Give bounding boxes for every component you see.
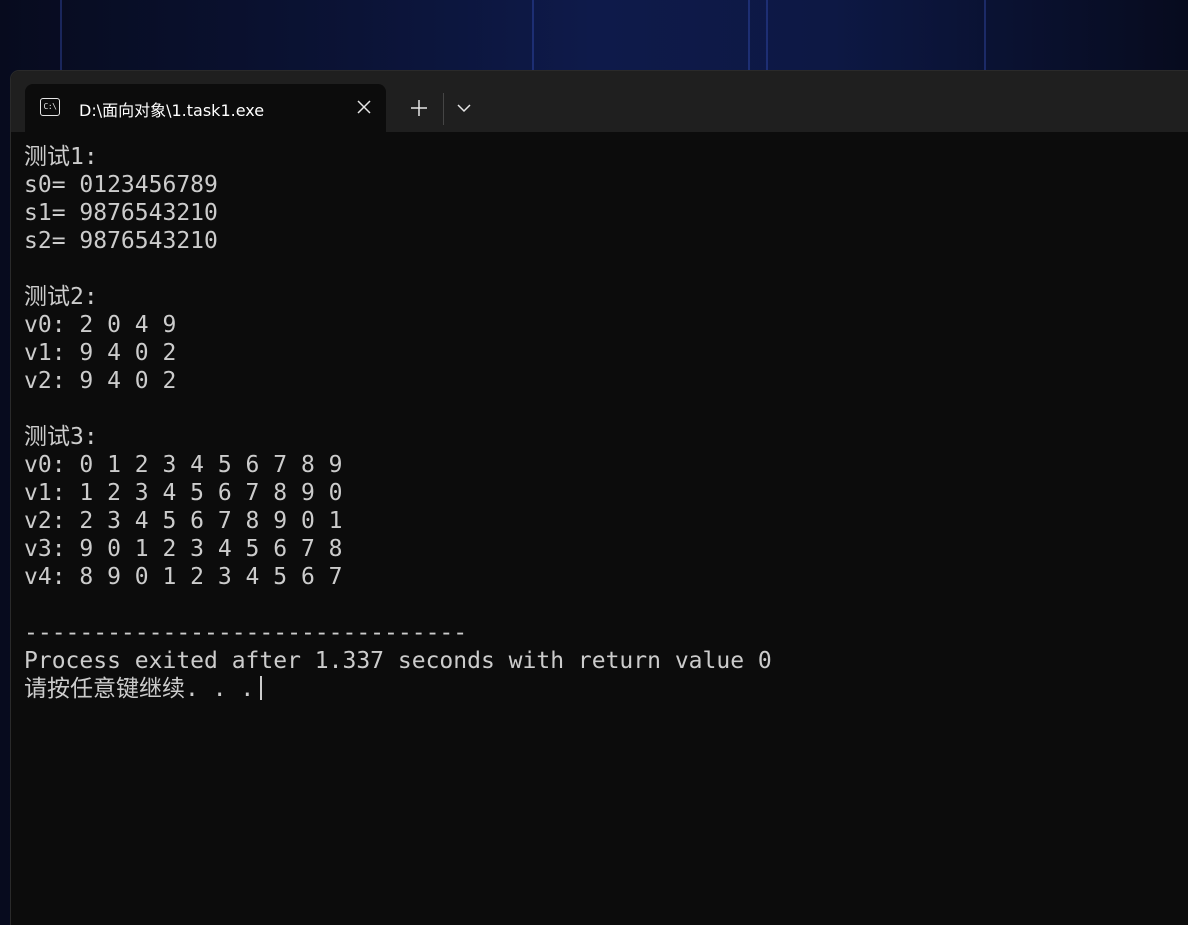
- console-line: --------------------------------: [24, 620, 468, 646]
- tab-dropdown-button[interactable]: [453, 97, 475, 119]
- console-line: v2: 9 4 0 2: [24, 368, 177, 394]
- terminal-tab[interactable]: C:\ D:\面向对象\1.task1.exe: [25, 84, 386, 132]
- console-line: s0= 0123456789: [24, 172, 218, 198]
- tab-title: D:\面向对象\1.task1.exe: [79, 101, 265, 120]
- console-line: v0: 2 0 4 9: [24, 312, 177, 338]
- title-bar[interactable]: C:\ D:\面向对象\1.task1.exe: [11, 71, 1188, 132]
- console-line: 测试1:: [24, 144, 98, 170]
- console-line: v1: 9 4 0 2: [24, 340, 177, 366]
- plus-icon: [411, 100, 427, 116]
- desktop-wallpaper-line: [766, 0, 768, 80]
- console-line: 请按任意键继续. . .: [24, 675, 772, 703]
- console-line: v0: 0 1 2 3 4 5 6 7 8 9: [24, 452, 343, 478]
- terminal-window[interactable]: C:\ D:\面向对象\1.task1.exe 测试1: s0= 0123456…: [11, 71, 1188, 925]
- console-line: v3: 9 0 1 2 3 4 5 6 7 8: [24, 536, 343, 562]
- console-line: 测试2:: [24, 284, 98, 310]
- console-icon: C:\: [40, 98, 60, 116]
- close-icon[interactable]: [355, 98, 373, 116]
- console-output[interactable]: 测试1: s0= 0123456789 s1= 9876543210 s2= 9876…: [24, 143, 772, 703]
- desktop-background: C:\ D:\面向对象\1.task1.exe 测试1: s0= 0123456…: [0, 0, 1188, 925]
- console-line: v2: 2 3 4 5 6 7 8 9 0 1: [24, 508, 343, 534]
- console-line: Process exited after 1.337 seconds with …: [24, 648, 772, 674]
- text-cursor: [260, 676, 263, 700]
- tab-divider: [443, 93, 444, 125]
- console-line: v1: 1 2 3 4 5 6 7 8 9 0: [24, 480, 343, 506]
- chevron-down-icon: [457, 104, 471, 113]
- console-line: s2= 9876543210: [24, 228, 218, 254]
- console-line: 测试3:: [24, 424, 98, 450]
- console-line: v4: 8 9 0 1 2 3 4 5 6 7: [24, 564, 343, 590]
- desktop-wallpaper-line: [532, 0, 534, 80]
- console-line: s1= 9876543210: [24, 200, 218, 226]
- desktop-wallpaper-line: [60, 0, 62, 80]
- desktop-wallpaper-line: [748, 0, 750, 80]
- new-tab-button[interactable]: [407, 96, 431, 120]
- desktop-wallpaper-line: [984, 0, 986, 80]
